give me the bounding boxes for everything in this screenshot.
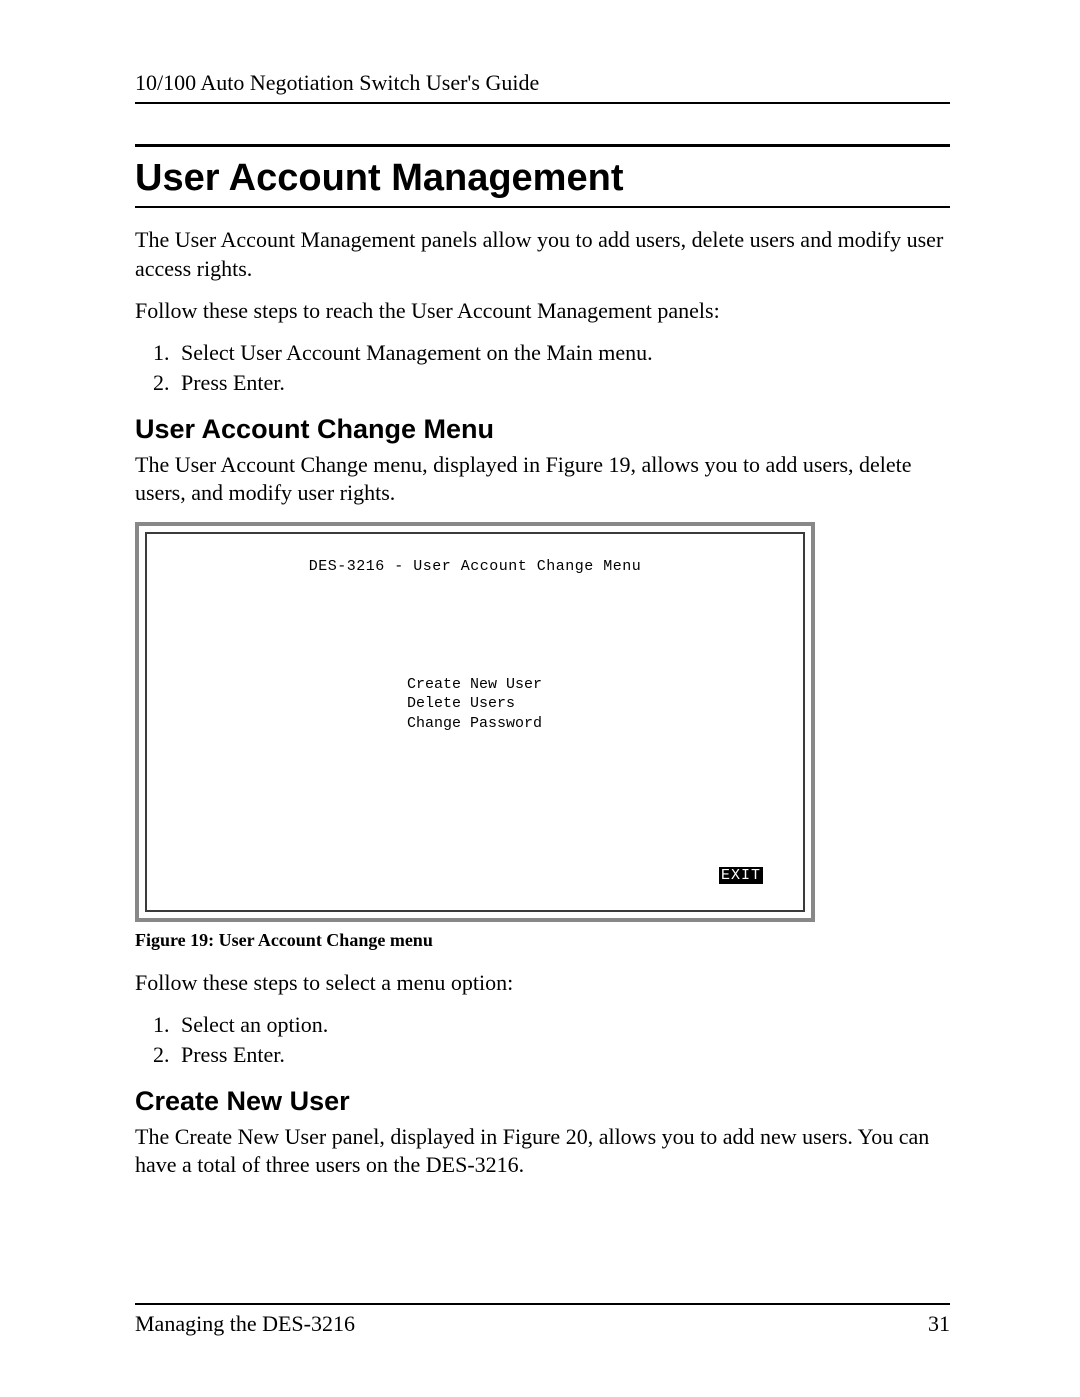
section-intro: The User Account Management panels allow…: [135, 226, 950, 283]
figure-caption: Figure 19: User Account Change menu: [135, 930, 950, 951]
terminal-menu: Create New User Delete Users Change Pass…: [407, 675, 773, 734]
document-page: 10/100 Auto Negotiation Switch User's Gu…: [0, 0, 1080, 1397]
terminal-menu-item: Delete Users: [407, 694, 773, 714]
running-header: 10/100 Auto Negotiation Switch User's Gu…: [135, 70, 950, 104]
subheading-user-account-change: User Account Change Menu: [135, 414, 950, 445]
title-rule-bottom: [135, 206, 950, 208]
step-item: Press Enter.: [175, 370, 950, 396]
subheading-create-new-user: Create New User: [135, 1086, 950, 1117]
page-number: 31: [928, 1311, 950, 1337]
step-item: Select an option.: [175, 1012, 950, 1038]
step-item: Select User Account Management on the Ma…: [175, 340, 950, 366]
terminal-inner: DES-3216 - User Account Change Menu Crea…: [145, 532, 805, 912]
sub1-intro: The User Account Change menu, displayed …: [135, 451, 950, 508]
postfig-lead-in: Follow these steps to select a menu opti…: [135, 969, 950, 998]
terminal-exit-label: EXIT: [719, 867, 763, 884]
terminal-menu-item: Create New User: [407, 675, 773, 695]
steps-list-1: Select User Account Management on the Ma…: [135, 340, 950, 396]
page-footer: Managing the DES-3216 31: [135, 1303, 950, 1337]
footer-left-text: Managing the DES-3216: [135, 1311, 355, 1337]
section-title: User Account Management: [135, 157, 950, 200]
sub2-intro: The Create New User panel, displayed in …: [135, 1123, 950, 1180]
footer-rule: [135, 1303, 950, 1305]
title-rule-top: [135, 144, 950, 147]
steps-list-2: Select an option. Press Enter.: [135, 1012, 950, 1068]
steps-lead-in: Follow these steps to reach the User Acc…: [135, 297, 950, 326]
terminal-menu-item: Change Password: [407, 714, 773, 734]
terminal-title: DES-3216 - User Account Change Menu: [177, 558, 773, 575]
step-item: Press Enter.: [175, 1042, 950, 1068]
footer-line: Managing the DES-3216 31: [135, 1311, 950, 1337]
terminal-screenshot: DES-3216 - User Account Change Menu Crea…: [135, 522, 815, 922]
